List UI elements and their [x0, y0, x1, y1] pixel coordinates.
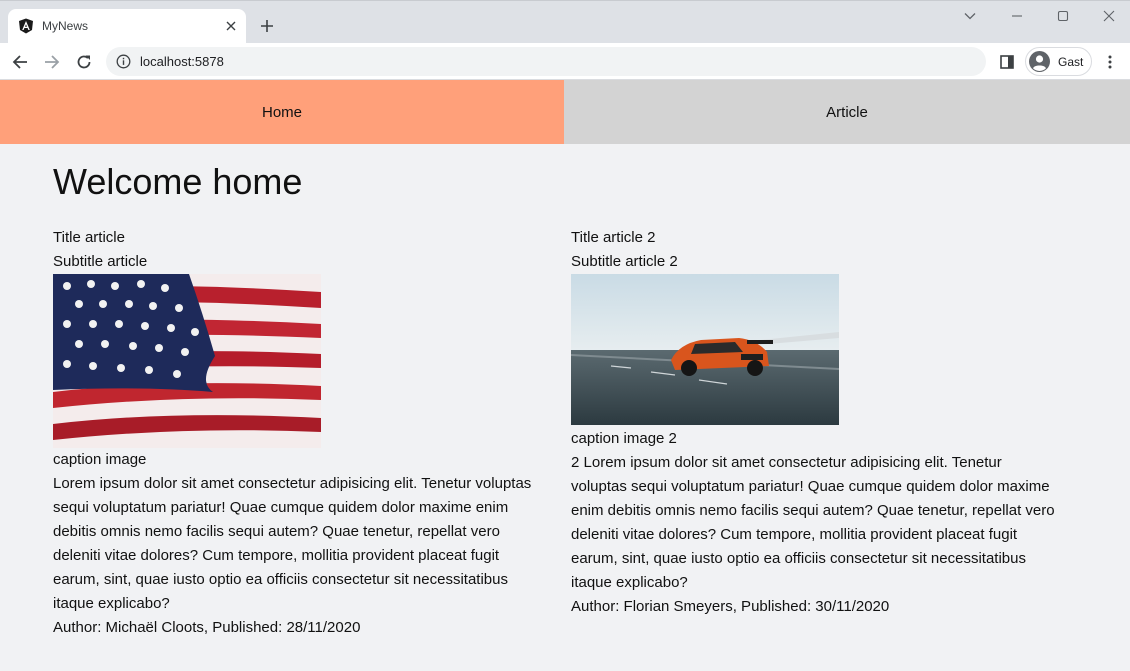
tab-title: MyNews: [42, 19, 89, 33]
window-close-icon[interactable]: [1097, 6, 1121, 26]
article-byline: Author: Michaël Cloots, Published: 28/11…: [53, 619, 361, 636]
profile-button[interactable]: Gast: [1025, 47, 1092, 76]
tab-strip: MyNews: [0, 0, 1130, 44]
avatar-icon: [1029, 51, 1050, 72]
forward-arrow-icon[interactable]: [40, 50, 64, 74]
maximize-icon[interactable]: [1051, 6, 1075, 26]
article-title: Title article: [53, 229, 125, 246]
nav-article-link[interactable]: Article: [564, 80, 1130, 144]
back-arrow-icon[interactable]: [8, 50, 32, 74]
profile-name: Gast: [1058, 55, 1084, 69]
article-image-us-flag: [53, 274, 321, 448]
article-subtitle: Subtitle article 2: [571, 253, 678, 270]
new-tab-icon[interactable]: [256, 15, 278, 37]
browser-toolbar: localhost:5878 Gast: [0, 43, 1130, 80]
article-subtitle: Subtitle article: [53, 253, 148, 270]
article-caption: caption image 2: [571, 430, 677, 447]
angular-icon: [19, 18, 33, 34]
article-body: Lorem ipsum dolor sit amet consectetur a…: [53, 475, 532, 612]
article-caption: caption image: [53, 451, 147, 468]
article-card: Title article Subtitle article caption i…: [53, 226, 553, 640]
more-vert-icon[interactable]: [1100, 51, 1120, 73]
info-icon[interactable]: [116, 54, 131, 69]
article-card: Title article 2 Subtitle article 2 capti…: [571, 226, 1071, 619]
main-nav: Home Article: [0, 80, 1130, 144]
article-byline: Author: Florian Smeyers, Published: 30/1…: [571, 598, 890, 615]
address-bar[interactable]: localhost:5878: [106, 47, 986, 76]
close-icon[interactable]: [222, 17, 240, 35]
reload-icon[interactable]: [72, 50, 96, 74]
side-panel-icon[interactable]: [996, 51, 1018, 73]
article-title: Title article 2: [571, 229, 656, 246]
chevron-down-icon[interactable]: [958, 6, 982, 26]
minimize-icon[interactable]: [1005, 6, 1029, 26]
url-text[interactable]: localhost:5878: [140, 54, 224, 69]
article-image-sports-car: [571, 274, 839, 425]
page-title: Welcome home: [53, 161, 303, 202]
nav-home-link[interactable]: Home: [0, 80, 564, 144]
article-body: 2 Lorem ipsum dolor sit amet consectetur…: [571, 454, 1055, 591]
browser-tab[interactable]: MyNews: [8, 9, 246, 44]
